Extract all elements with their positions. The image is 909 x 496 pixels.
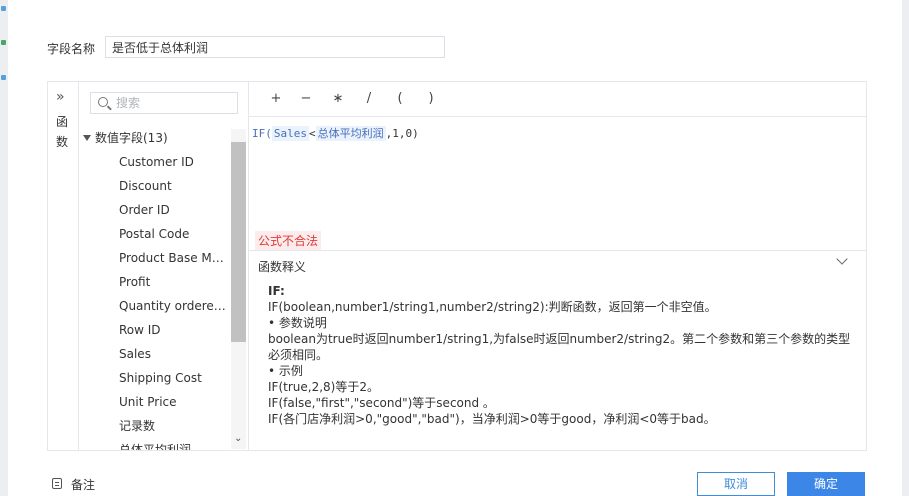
- field-item[interactable]: Profit: [119, 273, 231, 297]
- background-page-edge: [902, 0, 909, 496]
- field-items-list: Customer ID Discount Order ID Postal Cod…: [119, 153, 231, 450]
- field-item[interactable]: Order ID: [119, 201, 231, 225]
- field-item[interactable]: Customer ID: [119, 153, 231, 177]
- expand-chevron-icon[interactable]: »: [56, 89, 65, 105]
- explanation-line: • 示例: [268, 364, 303, 378]
- explanation-line: boolean为true时返回number1/string1,为false时返回…: [268, 332, 851, 362]
- field-item[interactable]: Postal Code: [119, 225, 231, 249]
- field-item[interactable]: 总体平均利润: [119, 441, 231, 450]
- field-name-input[interactable]: [105, 36, 445, 58]
- group-label: 数值字段(13): [95, 131, 168, 145]
- search-icon: [98, 97, 108, 107]
- explanation-line: IF(boolean,number1/string1,number2/strin…: [268, 300, 717, 314]
- field-item[interactable]: Product Base Margin: [119, 249, 231, 273]
- field-item[interactable]: Row ID: [119, 321, 231, 345]
- explanation-header: 函数释义: [258, 260, 307, 274]
- background-icon: [1, 40, 6, 45]
- formula-text[interactable]: IF(Sales < 总体平均利润 ,1,0): [252, 125, 419, 141]
- function-tab-label[interactable]: 函数: [56, 112, 70, 152]
- explanation-line: • 参数说明: [268, 316, 327, 330]
- note-label[interactable]: 备注: [71, 476, 95, 493]
- field-item[interactable]: Discount: [119, 177, 231, 201]
- explanation-line: IF(false,"first","second")等于second 。: [268, 396, 495, 410]
- multiply-operator-button[interactable]: ∗: [329, 91, 347, 106]
- plus-operator-button[interactable]: +: [267, 91, 285, 106]
- open-paren-button[interactable]: (: [391, 91, 409, 106]
- divide-operator-button[interactable]: /: [360, 91, 378, 106]
- function-explanation-section: 函数释义 IF: IF(boolean,number1/string1,numb…: [248, 250, 866, 451]
- formula-prefix: IF(: [252, 127, 272, 140]
- field-name-label: 字段名称: [47, 42, 96, 56]
- minus-operator-button[interactable]: −: [297, 91, 315, 106]
- operator-toolbar: + − ∗ / ( ): [248, 82, 866, 117]
- explanation-line: IF(true,2,8)等于2。: [268, 380, 379, 394]
- field-item[interactable]: 记录数: [119, 417, 231, 441]
- formula-field-token[interactable]: Sales: [271, 126, 309, 141]
- scrollbar-thumb[interactable]: [231, 142, 246, 342]
- formula-suffix: ,1,0): [385, 127, 419, 140]
- search-box[interactable]: [90, 92, 238, 114]
- function-side-tab[interactable]: » 函数: [48, 82, 79, 450]
- note-icon[interactable]: [52, 478, 62, 489]
- background-icon: [1, 6, 6, 11]
- cancel-button[interactable]: 取消: [697, 472, 775, 496]
- formula-editor: + − ∗ / ( ) IF(Sales < 总体平均利润 ,1,0) 公式不合法 函…: [248, 82, 866, 450]
- close-paren-button[interactable]: ): [422, 91, 440, 106]
- search-input[interactable]: [116, 95, 231, 111]
- numeric-field-group[interactable]: 数值字段(13): [83, 129, 168, 146]
- field-item[interactable]: Shipping Cost: [119, 369, 231, 393]
- explanation-line: IF(各门店净利润>0,"good","bad")，当净利润>0等于good，净…: [268, 412, 716, 426]
- formula-editor-panel: » 函数 数值字段(13) Customer ID Discount Order…: [47, 81, 867, 451]
- scroll-down-icon[interactable]: ⌄: [234, 433, 242, 444]
- field-item[interactable]: Quantity ordered new: [119, 297, 231, 321]
- background-page-edge: [0, 0, 8, 496]
- explanation-body: IF: IF(boolean,number1/string1,number2/s…: [268, 283, 858, 427]
- explanation-title: IF:: [268, 284, 285, 298]
- field-list-panel: 数值字段(13) Customer ID Discount Order ID P…: [79, 82, 249, 450]
- confirm-button[interactable]: 确定: [787, 472, 865, 496]
- field-item[interactable]: Sales: [119, 345, 231, 369]
- formula-operator: <: [309, 127, 316, 140]
- collapse-triangle-icon[interactable]: [83, 135, 91, 141]
- collapse-chevron-icon[interactable]: [836, 255, 848, 267]
- field-item[interactable]: Unit Price: [119, 393, 231, 417]
- formula-field-token[interactable]: 总体平均利润: [315, 126, 386, 141]
- background-icon: [1, 75, 6, 80]
- field-list-scrollbar[interactable]: ⌄: [231, 129, 246, 449]
- formula-dialog: 字段名称 » 函数 数值字段(13) Customer ID Discount …: [8, 0, 902, 496]
- formula-error-message: 公式不合法: [255, 231, 322, 250]
